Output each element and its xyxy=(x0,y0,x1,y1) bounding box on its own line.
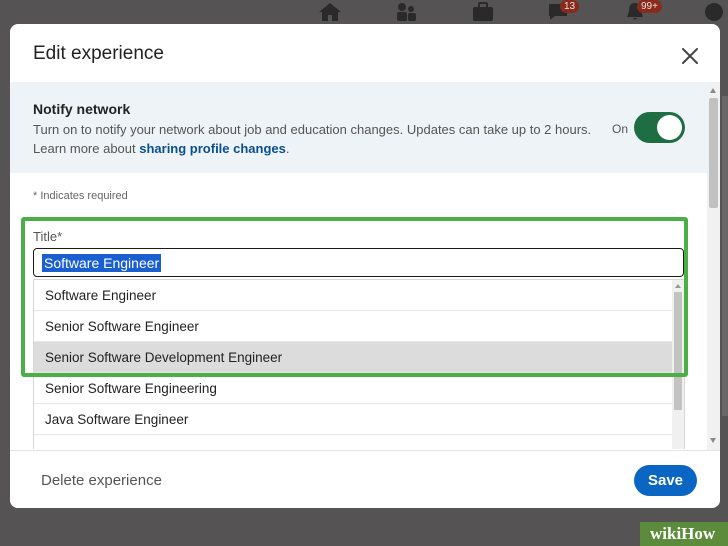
notify-network-toggle[interactable] xyxy=(634,112,685,143)
title-suggestions-dropdown: Software Engineer Senior Software Engine… xyxy=(33,279,685,449)
suggestion-item[interactable]: Java Software Engineer xyxy=(34,404,674,435)
sharing-profile-changes-link[interactable]: sharing profile changes xyxy=(139,141,286,156)
dialog-footer: Delete experience Save xyxy=(10,450,720,508)
title-field-label: Title* xyxy=(33,229,63,244)
background-nav-bar: 13 99+ xyxy=(0,0,728,26)
toggle-state-label: On xyxy=(612,122,629,136)
suggestions-scrollbar-thumb[interactable] xyxy=(674,292,682,410)
my-network-icon xyxy=(397,3,416,21)
suggestion-item[interactable]: Senior Software Engineer xyxy=(34,311,674,342)
suggestion-item-highlighted[interactable]: Senior Software Development Engineer xyxy=(34,342,674,373)
suggestion-item[interactable]: Software Engineer xyxy=(34,280,674,311)
edit-experience-dialog: Edit experience Notify network Turn on t… xyxy=(10,24,720,508)
me-avatar-icon xyxy=(705,3,723,21)
suggestions-scroll-up-icon[interactable] xyxy=(675,284,681,288)
suggestions-scrollbar[interactable] xyxy=(672,280,684,449)
jobs-briefcase-icon xyxy=(473,2,493,21)
dialog-scrollbar[interactable] xyxy=(707,82,720,450)
dialog-title: Edit experience xyxy=(33,43,164,64)
notify-network-description: Turn on to notify your network about job… xyxy=(33,120,593,158)
notify-network-heading: Notify network xyxy=(33,101,131,117)
toggle-knob xyxy=(657,115,682,140)
scroll-down-arrow-icon[interactable] xyxy=(710,438,716,443)
required-fields-note: * Indicates required xyxy=(33,190,128,202)
messaging-badge: 13 xyxy=(560,0,580,13)
notify-description-text: Turn on to notify your network about job… xyxy=(33,122,592,156)
notifications-badge: 99+ xyxy=(637,0,662,13)
background-page-edge xyxy=(722,96,728,416)
title-input[interactable] xyxy=(33,248,684,277)
close-icon xyxy=(682,48,698,64)
wikihow-watermark: wikiHow xyxy=(640,522,728,546)
save-button[interactable]: Save xyxy=(634,465,697,496)
dialog-scrollbar-thumb[interactable] xyxy=(709,98,718,208)
notify-network-panel: Notify network Turn on to notify your ne… xyxy=(10,82,707,173)
dialog-header: Edit experience xyxy=(10,24,720,82)
notify-description-end: . xyxy=(285,141,290,156)
delete-experience-button[interactable]: Delete experience xyxy=(31,468,172,493)
suggestion-item[interactable]: Senior Software Engineering xyxy=(34,373,674,404)
home-icon xyxy=(319,3,341,21)
close-button[interactable] xyxy=(676,42,704,70)
scroll-up-arrow-icon[interactable] xyxy=(710,88,716,93)
